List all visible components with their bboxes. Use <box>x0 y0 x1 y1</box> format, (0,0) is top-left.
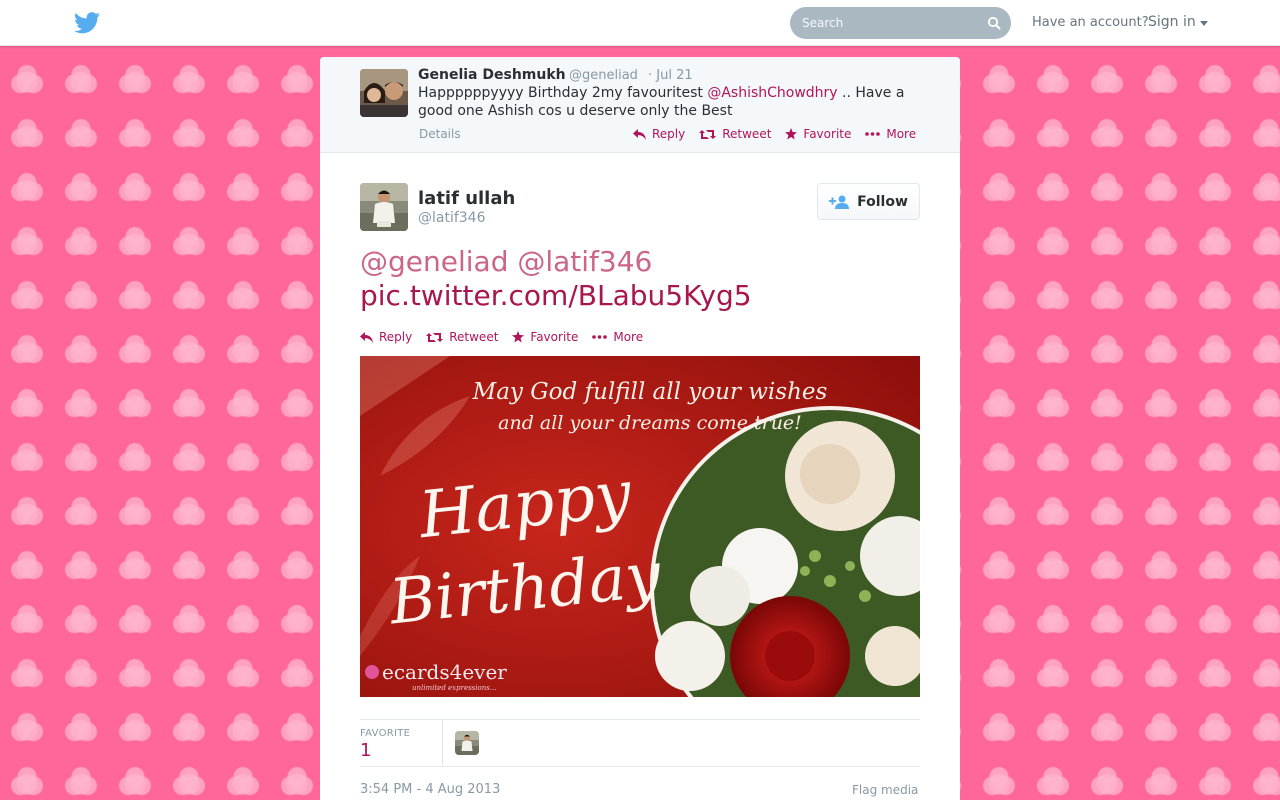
favorite-count[interactable]: 1 <box>360 740 371 761</box>
more-label: More <box>613 330 644 344</box>
reply-label: Reply <box>652 127 686 141</box>
author-handle[interactable]: @geneliad <box>569 68 638 83</box>
author-name[interactable]: latif ullah <box>418 188 515 209</box>
tweet-text-start: Happppppyyyy Birthday 2my favouritest <box>418 85 708 101</box>
favorite-label: Favorite <box>530 330 579 344</box>
reply-icon <box>360 331 373 343</box>
have-account-text: Have an account? <box>1032 15 1149 30</box>
reply-button[interactable]: Reply <box>360 330 412 344</box>
tweet-mentions[interactable]: @geneliad @latif346 <box>360 245 920 279</box>
search-icon[interactable] <box>987 16 1001 30</box>
tweet-stats: FAVORITE 1 <box>360 719 920 767</box>
twitter-bird-icon[interactable] <box>74 12 100 34</box>
avatar[interactable] <box>360 183 408 231</box>
favorite-button[interactable]: Favorite <box>785 127 851 141</box>
search-input[interactable]: Search <box>790 7 1011 39</box>
follow-label: Follow <box>857 193 908 210</box>
search-placeholder: Search <box>802 16 844 30</box>
favorite-stat-label: FAVORITE <box>360 728 411 739</box>
tweet-date[interactable]: · Jul 21 <box>648 68 693 83</box>
tweet-actions: Reply Retweet Favorite More <box>360 330 657 344</box>
details-link[interactable]: Details <box>419 127 461 141</box>
tweet-pic-link[interactable]: pic.twitter.com/BLabu5Kyg5 <box>360 279 920 313</box>
retweet-icon <box>699 129 717 139</box>
star-icon <box>512 331 525 343</box>
favorite-label: Favorite <box>803 127 852 141</box>
tweet-card: Genelia Deshmukh @geneliad · Jul 21 Happ… <box>320 57 960 800</box>
sign-in-label: Sign in <box>1148 14 1196 30</box>
tweet-actions: Reply Retweet Favorite More <box>633 127 930 141</box>
flag-media-link[interactable]: Flag media <box>852 783 918 797</box>
sign-in-button[interactable]: Sign in <box>1148 14 1208 30</box>
reply-label: Reply <box>379 330 413 344</box>
favorite-button[interactable]: Favorite <box>512 330 578 344</box>
author-name[interactable]: Genelia Deshmukh <box>418 67 566 83</box>
retweet-label: Retweet <box>449 330 499 344</box>
ecards-logo: ecards4ever <box>382 660 507 684</box>
more-button[interactable]: More <box>865 127 916 141</box>
tweet-text: @geneliad @latif346 pic.twitter.com/BLab… <box>360 245 920 313</box>
stats-divider <box>442 720 443 766</box>
author-handle[interactable]: @latif346 <box>418 210 486 226</box>
caret-down-icon <box>1199 20 1208 26</box>
star-icon <box>785 128 798 140</box>
follow-button[interactable]: Follow <box>817 183 920 220</box>
tweet-photo[interactable]: May God fulfill all your wishes and all … <box>360 356 920 697</box>
avatar[interactable] <box>360 69 408 117</box>
card-message-line-2: and all your dreams come true! <box>498 412 802 434</box>
more-dots-icon <box>592 335 608 339</box>
more-button[interactable]: More <box>592 330 643 344</box>
ecards-logo-subtitle: unlimited expressions... <box>412 684 497 692</box>
retweet-label: Retweet <box>722 127 772 141</box>
reply-button[interactable]: Reply <box>633 127 685 141</box>
top-bar: Search Have an account? Sign in <box>0 0 1280 46</box>
retweet-button[interactable]: Retweet <box>699 127 771 141</box>
previous-tweet[interactable]: Genelia Deshmukh @geneliad · Jul 21 Happ… <box>320 57 960 153</box>
retweet-button[interactable]: Retweet <box>426 330 498 344</box>
tweet-timestamp[interactable]: 3:54 PM - 4 Aug 2013 <box>360 782 500 797</box>
add-user-icon <box>829 195 850 209</box>
more-label: More <box>886 127 917 141</box>
retweet-icon <box>426 332 444 342</box>
avatar[interactable] <box>455 731 479 755</box>
card-message-line-1: May God fulfill all your wishes <box>472 379 828 405</box>
mention-link[interactable]: @AshishChowdhry <box>707 85 837 101</box>
reply-icon <box>633 128 646 140</box>
more-dots-icon <box>865 132 881 136</box>
tweet-text: Happppppyyyy Birthday 2my favouritest @A… <box>418 84 918 120</box>
